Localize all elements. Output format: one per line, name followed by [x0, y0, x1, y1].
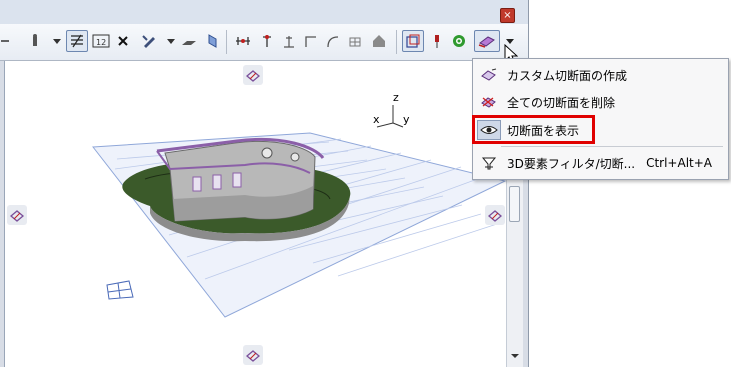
arrow-icon[interactable]	[0, 30, 16, 52]
menu-item-label: 3D要素フィルタ/切断...	[507, 156, 636, 171]
corner-icon[interactable]	[300, 30, 322, 52]
adjacent-pane	[528, 0, 731, 367]
house-icon[interactable]	[368, 30, 390, 52]
cutplane-marker-right-icon[interactable]	[485, 205, 505, 225]
eraser-icon[interactable]	[178, 30, 200, 52]
axis-y-label: y	[403, 113, 410, 126]
curve-icon[interactable]	[322, 30, 344, 52]
plane-icon[interactable]	[202, 30, 224, 52]
3d-viewport[interactable]: z x y	[4, 61, 507, 367]
pin-icon[interactable]	[426, 30, 448, 52]
cutplane-marker-left-icon[interactable]	[7, 205, 27, 225]
chevron-down-icon[interactable]	[46, 30, 68, 52]
3d-model-scene	[92, 105, 507, 318]
axis-z-label: z	[393, 91, 399, 104]
create-cutplane-icon	[477, 65, 501, 85]
delete-cutplane-icon	[477, 92, 501, 112]
scale-icon[interactable]: 12	[90, 30, 112, 52]
menu-separator	[501, 146, 723, 147]
menu-item-create-custom-cutplane[interactable]: カスタム切断面の作成	[475, 62, 726, 88]
filter-icon	[477, 153, 501, 173]
dimension-icon[interactable]	[232, 30, 254, 52]
frame-select-icon[interactable]	[402, 30, 424, 52]
toolbar-separator	[396, 30, 397, 54]
elevation-icon[interactable]	[278, 30, 300, 52]
menu-item-shortcut: Ctrl+Alt+A	[646, 156, 712, 170]
section-view-icon[interactable]	[66, 30, 88, 52]
menu-item-3d-filter-cut[interactable]: 3D要素フィルタ/切断... Ctrl+Alt+A	[475, 150, 726, 176]
menu-item-label: カスタム切断面の作成	[507, 68, 628, 83]
menu-item-label: 全ての切断面を削除	[507, 95, 616, 110]
archicad-3d-window: × 12 z x y	[0, 0, 528, 367]
pen-icon[interactable]	[138, 30, 160, 52]
cutplane-marker-top-icon[interactable]	[243, 65, 263, 85]
scrollbar-thumb[interactable]	[509, 186, 520, 222]
marquee-icon[interactable]	[24, 30, 46, 52]
menu-item-delete-all-cutplanes[interactable]: 全ての切断面を削除	[475, 89, 726, 115]
toolbar-separator	[226, 30, 227, 54]
grid-tool-icon[interactable]	[344, 30, 366, 52]
level-icon[interactable]	[256, 30, 278, 52]
close-button[interactable]: ×	[500, 8, 515, 23]
axis-x-label: x	[373, 113, 380, 126]
cutplane-marker-bottom-icon[interactable]	[243, 345, 263, 365]
cutaway-icon[interactable]	[474, 30, 500, 52]
highlight-annotation	[472, 115, 595, 144]
window-titlebar: ×	[0, 0, 528, 24]
toolbar-3d: 12	[0, 24, 528, 61]
target-icon[interactable]	[448, 30, 470, 52]
svg-text:12: 12	[96, 38, 106, 47]
cross-icon[interactable]	[112, 30, 134, 52]
scroll-down-arrow-icon[interactable]	[507, 351, 523, 361]
